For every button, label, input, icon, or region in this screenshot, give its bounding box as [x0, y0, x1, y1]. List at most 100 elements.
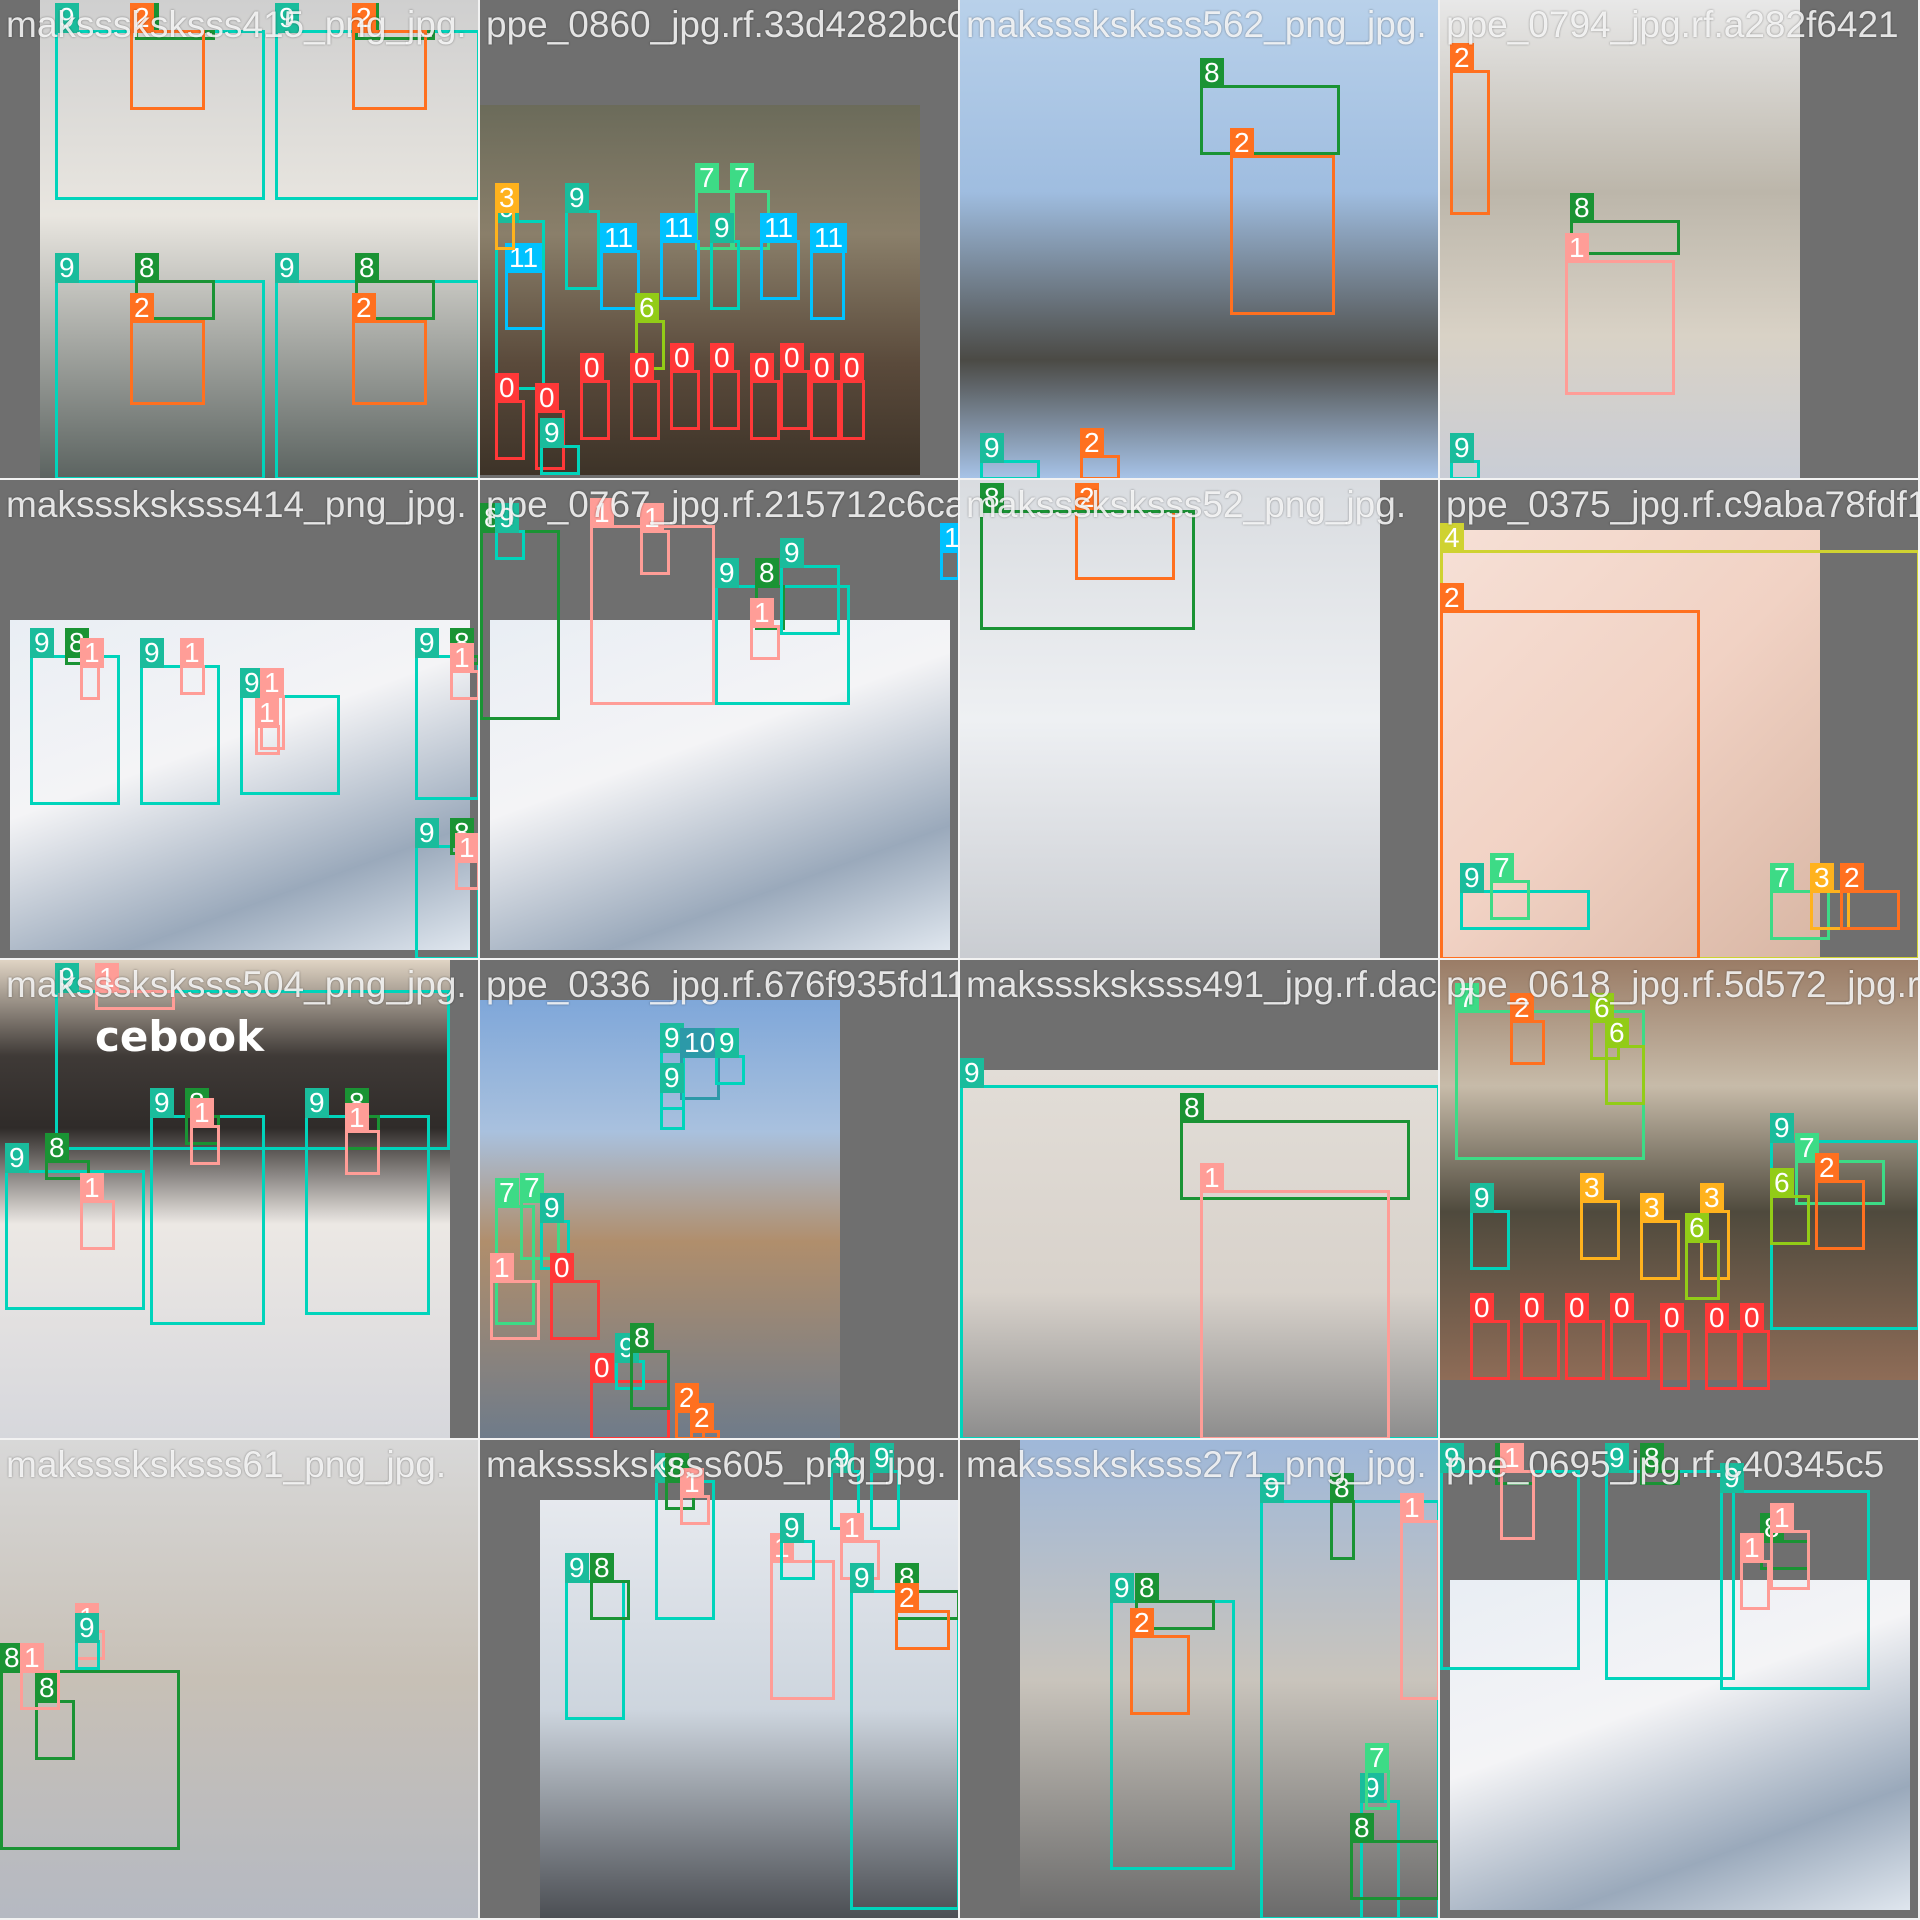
- class-label: 7: [730, 163, 754, 193]
- detection-box: 9: [660, 1063, 685, 1130]
- tile-filename: maksssksksss415_png_jpg.: [6, 4, 467, 45]
- class-label: 9: [1110, 1573, 1134, 1603]
- detection-box: 8: [1350, 1813, 1438, 1900]
- class-label: 0: [495, 373, 519, 403]
- detection-box: 7: [1365, 1743, 1390, 1810]
- mosaic-tile: ppe_0375_jpg.rf.c9aba78fdf16 4 2 9 7 7 3 2: [1440, 480, 1920, 960]
- detection-box: 1: [1200, 1163, 1390, 1438]
- detection-box: 2: [352, 293, 427, 405]
- detection-box: 9: [565, 183, 600, 290]
- detection-box: 1: [255, 698, 280, 755]
- class-label: 9: [140, 638, 164, 668]
- class-label: 6: [1770, 1168, 1794, 1198]
- class-label: 0: [750, 353, 774, 383]
- detection-box: 11: [940, 523, 958, 580]
- class-label: 0: [1470, 1293, 1494, 1323]
- class-label: 2: [1840, 863, 1864, 893]
- class-label: 7: [495, 1178, 519, 1208]
- class-label: 1: [180, 638, 204, 668]
- class-label: 1: [80, 1173, 104, 1203]
- detection-box: 2: [130, 293, 205, 405]
- detection-box: 1: [190, 1098, 220, 1165]
- class-label: 8: [135, 253, 159, 283]
- mosaic-tile: maksssksksss414_png_jpg.98191911981981: [0, 480, 480, 960]
- class-label: 0: [1705, 1303, 1729, 1333]
- detection-box: 7: [1490, 853, 1530, 920]
- detection-box: 0: [495, 373, 525, 460]
- class-label: 8: [755, 558, 779, 588]
- detection-box: 3: [495, 183, 519, 250]
- detection-box: 10: [680, 1028, 720, 1100]
- detection-box: 1: [1770, 1503, 1810, 1590]
- class-label: 9: [715, 558, 739, 588]
- detection-box: 1: [1565, 233, 1675, 395]
- detection-box: 0: [710, 343, 740, 430]
- detection-box: 8: [980, 483, 1195, 630]
- class-label: 9: [960, 1058, 984, 1088]
- class-label: 8: [1350, 1813, 1374, 1843]
- class-label: 9: [30, 628, 54, 658]
- class-label: 1: [345, 1103, 369, 1133]
- mosaic-tile: ppe_0618_jpg.rf.5d572_jpg.rf.c 7 2 6 6 9 7 2 6 9 3…: [1440, 960, 1920, 1440]
- class-label: 1: [450, 643, 474, 673]
- class-label: 9: [780, 1513, 804, 1543]
- class-label: 0: [1740, 1303, 1764, 1333]
- class-label: 8: [1135, 1573, 1159, 1603]
- detection-box: 2: [1080, 428, 1120, 478]
- class-label: 8: [1570, 193, 1594, 223]
- class-label: 0: [1565, 1293, 1589, 1323]
- mosaic-tile: ppe_0767_jpg.rf.215712c6cafde79888911981…: [480, 480, 960, 960]
- class-label: 1: [750, 598, 774, 628]
- detection-box: 0: [1610, 1293, 1650, 1380]
- detection-box: 11: [600, 223, 640, 310]
- detection-box: 3: [1580, 1173, 1620, 1260]
- class-label: 11: [940, 523, 958, 553]
- class-label: 0: [535, 383, 559, 413]
- class-label: 2: [1815, 1153, 1839, 1183]
- class-label: 1: [455, 833, 478, 863]
- detection-box: 8: [1200, 58, 1340, 155]
- class-label: 9: [5, 1143, 29, 1173]
- class-label: 7: [1490, 853, 1514, 883]
- detection-box: 9: [1450, 433, 1480, 478]
- class-label: 0: [580, 353, 604, 383]
- tile-filename: ppe_0618_jpg.rf.5d572_jpg.rf.c: [1446, 964, 1920, 1005]
- class-label: 9: [1450, 433, 1474, 463]
- detection-box: 11: [505, 243, 545, 330]
- detection-box: 9: [980, 433, 1040, 478]
- class-label: 1: [20, 1643, 44, 1673]
- detection-box: 2: [1510, 993, 1545, 1065]
- class-label: 8: [590, 1553, 614, 1583]
- tile-filename: maksssksksss491_jpg.rf.dac867d4: [966, 964, 1438, 1005]
- class-label: 11: [810, 223, 848, 253]
- detection-box: 0: [580, 353, 610, 440]
- class-label: 8: [45, 1133, 69, 1163]
- class-label: 3: [495, 183, 519, 213]
- detection-box: 0: [630, 353, 660, 440]
- class-label: 9: [305, 1088, 329, 1118]
- detection-box: 0: [1740, 1303, 1770, 1390]
- class-label: 2: [1130, 1608, 1154, 1638]
- class-label: 1: [190, 1098, 214, 1128]
- detection-box: 1: [1400, 1493, 1438, 1700]
- detection-box: 11: [660, 213, 700, 300]
- class-label: 9: [850, 1563, 874, 1593]
- class-label: 0: [1610, 1293, 1634, 1323]
- class-label: 6: [1605, 1018, 1629, 1048]
- class-label: 9: [415, 628, 439, 658]
- detection-box: 2: [1815, 1153, 1865, 1250]
- detection-box: 0: [1470, 1293, 1510, 1380]
- detection-box: 1: [750, 598, 780, 660]
- detection-box: 1: [640, 503, 670, 575]
- class-label: 8: [1180, 1093, 1204, 1123]
- detection-box: 2: [1450, 43, 1490, 215]
- mosaic-tile: maksssksksss605_png_jpg.9998119198982: [480, 1440, 960, 1920]
- class-label: 11: [660, 213, 698, 243]
- detection-box: 1: [180, 638, 205, 695]
- detection-box: 9: [715, 1028, 745, 1085]
- mosaic-tile: ppe_0695_jpg.rf.c40345c5981989811: [1440, 1440, 1920, 1920]
- class-label: 9: [660, 1063, 684, 1093]
- class-label: 9: [1770, 1113, 1794, 1143]
- detection-box: 1: [20, 1643, 60, 1710]
- detection-box: 9: [710, 213, 740, 310]
